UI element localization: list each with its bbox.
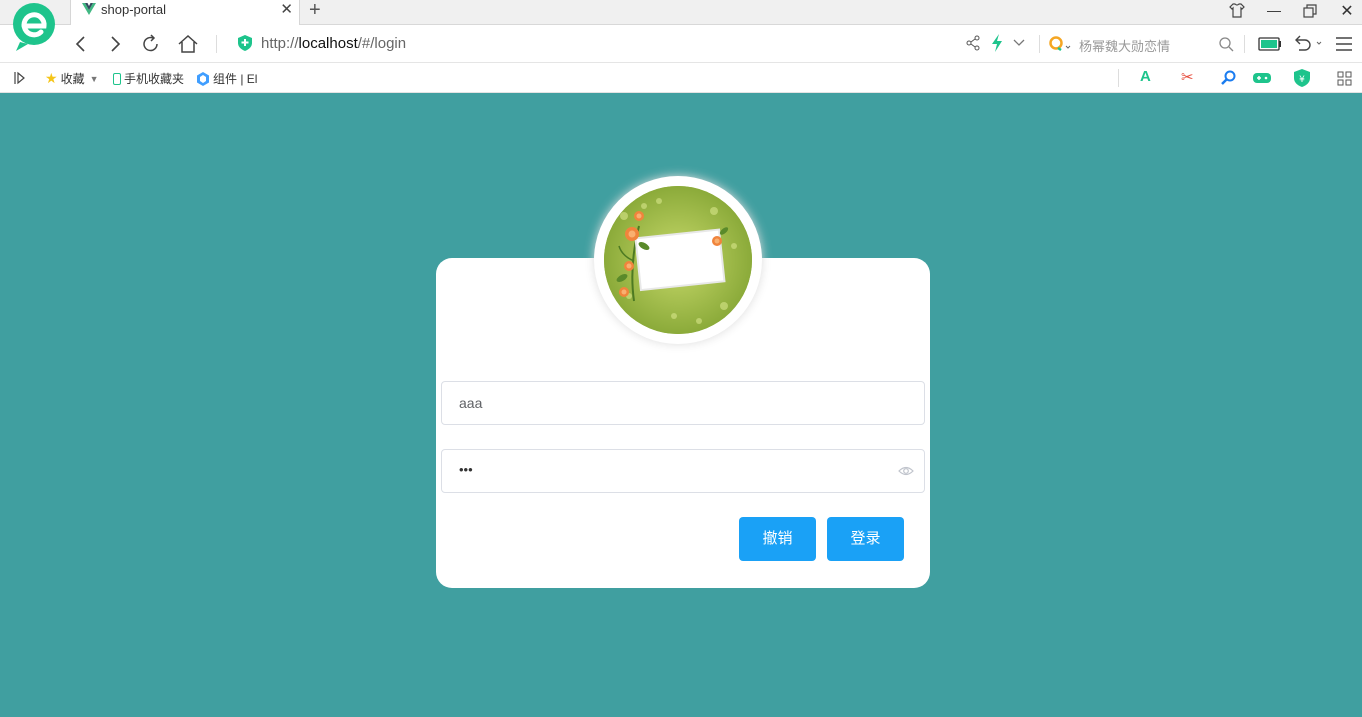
undo-icon[interactable] [1293,34,1323,52]
bookmark-separator [1118,69,1119,87]
skin-icon[interactable] [1228,2,1246,20]
bookmark-element-ui[interactable]: 组件 | El [196,70,257,87]
element-ui-icon [197,71,209,86]
phone-icon [113,72,121,85]
search-input[interactable]: 杨幂魏大勋恋情 [1079,36,1170,55]
star-icon: ★ [45,70,58,86]
bookmark-label: 手机收藏夹 [124,72,185,86]
cancel-button[interactable]: 撤销 [739,517,816,561]
chevron-down-icon: ▼ [89,73,99,84]
url-host: localhost [298,35,358,52]
sidebar-toggle-icon[interactable] [14,71,26,85]
password-input[interactable]: ••• [441,449,925,493]
tab-close-icon[interactable]: ✕ [280,2,293,18]
nav-separator [216,35,217,53]
vue-icon [82,3,96,15]
gamepad-icon[interactable] [1252,71,1272,85]
search-engine-icon[interactable] [1048,35,1074,53]
svg-text:¥: ¥ [1299,75,1305,85]
address-bar[interactable]: http://localhost/#/login [261,35,406,52]
eye-icon[interactable] [898,464,914,478]
scissors-icon[interactable]: ✂ [1181,68,1194,86]
browser-logo-icon[interactable] [10,2,58,52]
magnifier-icon[interactable] [1221,70,1237,86]
tab-title: shop-portal [101,2,167,17]
username-input[interactable]: aaa [441,381,925,425]
nav-separator [1244,35,1245,53]
menu-icon[interactable] [1335,36,1353,52]
bookmark-label: 收藏 [60,72,85,86]
chevron-down-icon[interactable] [1012,37,1026,49]
forward-icon[interactable] [104,33,126,55]
restore-icon[interactable] [1303,4,1317,18]
bookmarks-bar: ★ 收藏 ▼ 手机收藏夹 组件 | El A ✂ ¥ [0,63,1362,93]
url-path: /#/login [357,35,407,52]
browser-window: shop-portal ✕ + — ✕ http://localhost/#/l… [0,0,1362,717]
avatar-image [604,186,752,334]
bookmark-label: 组件 | El [213,72,257,86]
shield-yen-icon[interactable]: ¥ [1294,69,1310,87]
url-scheme: http:// [261,35,299,52]
tab-shop-portal[interactable]: shop-portal ✕ [70,0,300,26]
security-shield-icon[interactable] [238,35,252,51]
flower-card-illustration [604,186,752,334]
battery-icon[interactable] [1258,37,1282,51]
bookmark-favorites[interactable]: ★ 收藏 ▼ [45,70,99,87]
password-value: ••• [459,462,473,477]
back-icon[interactable] [70,33,92,55]
minimize-icon[interactable]: — [1264,2,1284,18]
translate-icon[interactable]: A [1140,68,1151,85]
new-tab-icon[interactable]: + [309,0,321,20]
avatar-container [594,176,762,344]
close-window-icon[interactable]: ✕ [1337,1,1357,21]
tab-bar: shop-portal ✕ + — ✕ [0,0,1362,26]
bookmark-mobile[interactable]: 手机收藏夹 [113,70,184,87]
navigation-bar: http://localhost/#/login 杨幂魏大勋恋情 [0,25,1362,63]
nav-separator [1039,35,1040,53]
username-value: aaa [459,395,483,411]
search-icon[interactable] [1218,36,1234,52]
apps-grid-icon[interactable] [1337,71,1352,86]
share-icon[interactable] [964,34,982,52]
reload-icon[interactable] [140,33,162,55]
lightning-icon[interactable] [989,34,1005,52]
login-button[interactable]: 登录 [827,517,904,561]
login-page: aaa ••• 撤销 登录 [0,93,1362,717]
home-icon[interactable] [177,33,199,55]
